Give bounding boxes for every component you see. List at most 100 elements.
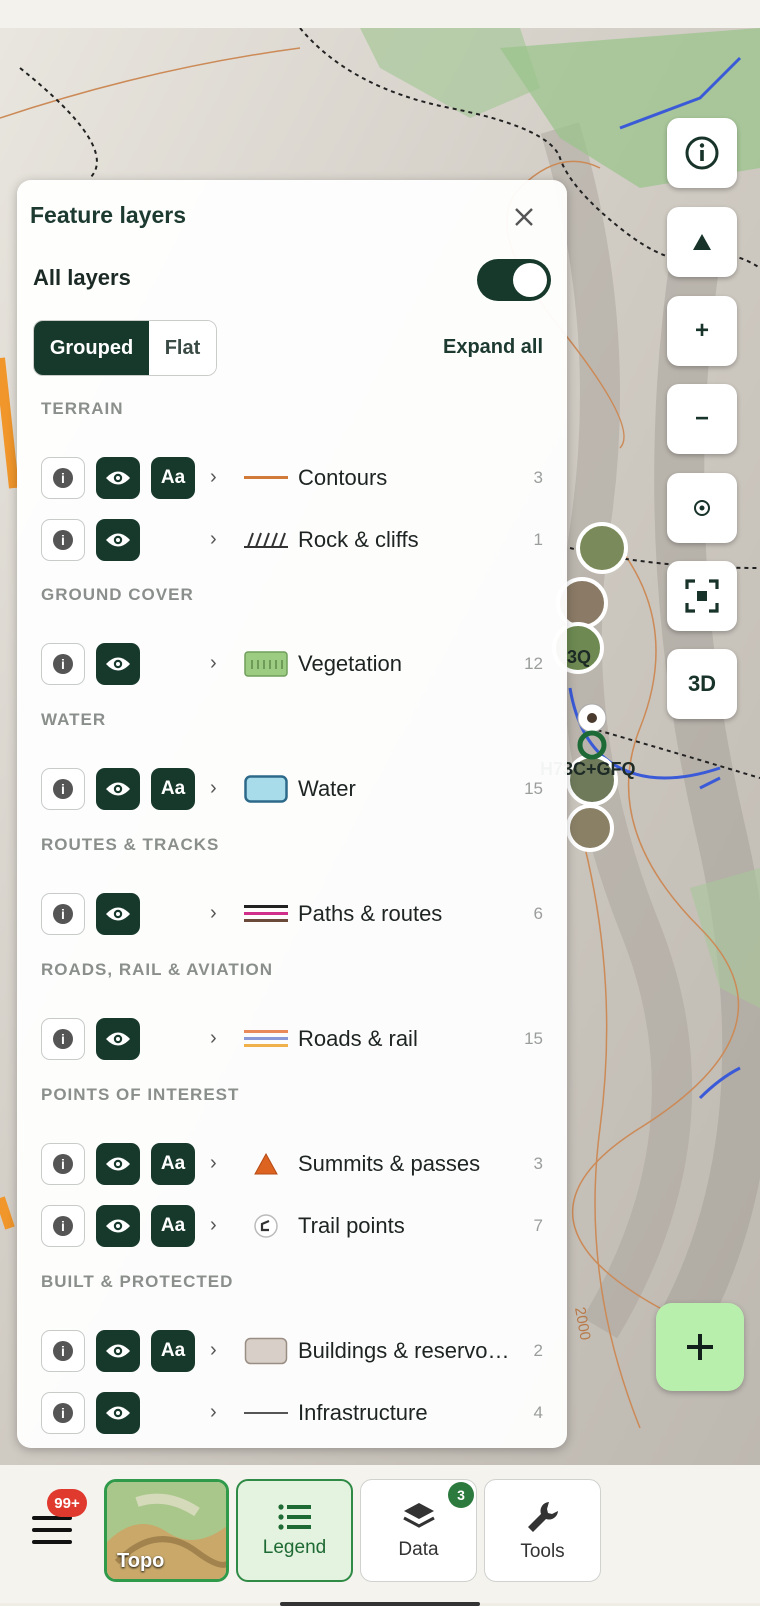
grouped-tab[interactable]: Grouped [34, 321, 149, 375]
close-button[interactable] [509, 202, 539, 232]
map-code-2: 3Q [567, 647, 591, 667]
chevron-right-icon[interactable]: › [210, 1401, 230, 1425]
zoom-in-button[interactable]: + [667, 296, 737, 366]
chevron-right-icon[interactable]: › [210, 1214, 230, 1238]
layer-info-button[interactable]: i [41, 1018, 85, 1060]
labels-button[interactable]: Aa [151, 1143, 195, 1185]
visibility-button[interactable] [96, 643, 140, 685]
visibility-button[interactable] [96, 457, 140, 499]
eye-icon [106, 907, 130, 921]
layer-info-button[interactable]: i [41, 457, 85, 499]
visibility-button[interactable] [96, 1392, 140, 1434]
layer-row-summits-passes[interactable]: i Aa › Summits & passes 3 [17, 1143, 567, 1187]
menu-button[interactable] [32, 1516, 74, 1552]
info-icon: i [53, 904, 73, 924]
zoom-in-icon: + [694, 317, 709, 344]
layer-info-button[interactable]: i [41, 643, 85, 685]
info-circle-icon [685, 136, 719, 170]
visibility-button[interactable] [96, 1018, 140, 1060]
eye-icon [106, 471, 130, 485]
flat-tab[interactable]: Flat [149, 321, 216, 375]
building-swatch-icon [244, 1330, 288, 1372]
layer-count: 3 [533, 1154, 543, 1173]
layer-info-button[interactable]: i [41, 1143, 85, 1185]
layer-row-water[interactable]: i Aa › Water 15 [17, 768, 567, 812]
fit-view-button[interactable] [667, 561, 737, 631]
section-header: GROUND COVER [41, 585, 194, 604]
layer-row-paths-routes[interactable]: i › Paths & routes 6 [17, 893, 567, 937]
info-icon: i [53, 530, 73, 550]
chevron-right-icon[interactable]: › [210, 1339, 230, 1363]
tools-tab-label: Tools [520, 1540, 565, 1562]
add-fab-button[interactable] [656, 1303, 744, 1391]
fit-frame-icon [685, 579, 719, 613]
data-badge: 3 [448, 1482, 474, 1508]
summit-triangle-icon [244, 1143, 288, 1185]
layer-info-button[interactable]: i [41, 519, 85, 561]
visibility-button[interactable] [96, 1330, 140, 1372]
layer-row-infrastructure[interactable]: i › Infrastructure 4 [17, 1392, 567, 1436]
locate-button[interactable] [667, 473, 737, 543]
expand-all-button[interactable]: Expand all [443, 336, 543, 359]
visibility-button[interactable] [96, 519, 140, 561]
layer-info-button[interactable]: i [41, 893, 85, 935]
section-header: POINTS OF INTEREST [41, 1085, 240, 1104]
layer-info-button[interactable]: i [41, 1330, 85, 1372]
labels-button[interactable]: Aa [151, 1205, 195, 1247]
bottom-navigation: 99+ Topo Legend Data 3 Tools [0, 1465, 760, 1606]
labels-button[interactable]: Aa [151, 768, 195, 810]
layer-row-buildings[interactable]: i Aa › Buildings & reservoirs 2 [17, 1330, 567, 1374]
visibility-button[interactable] [96, 1143, 140, 1185]
feature-layers-panel: Feature layers All layers Grouped Flat E… [17, 180, 567, 1448]
info-icon: i [53, 1403, 73, 1423]
layer-row-trail-points[interactable]: i Aa › Trail points 7 [17, 1205, 567, 1249]
visibility-button[interactable] [96, 893, 140, 935]
eye-icon [106, 1406, 130, 1420]
eye-icon [106, 657, 130, 671]
layer-count: 1 [533, 530, 543, 549]
all-layers-toggle[interactable] [477, 259, 551, 301]
target-icon [694, 500, 710, 516]
status-bar [0, 0, 760, 28]
all-layers-label: All layers [33, 265, 131, 290]
north-arrow-icon [693, 234, 711, 250]
zoom-out-icon: − [694, 405, 709, 432]
layer-info-button[interactable]: i [41, 1392, 85, 1434]
visibility-button[interactable] [96, 768, 140, 810]
panel-title: Feature layers [30, 202, 186, 228]
eye-icon [106, 1032, 130, 1046]
eye-icon [106, 1219, 130, 1233]
layer-count: 2 [533, 1341, 543, 1360]
layer-info-button[interactable]: i [41, 1205, 85, 1247]
chevron-right-icon[interactable]: › [210, 466, 230, 490]
visibility-button[interactable] [96, 1205, 140, 1247]
legend-tab[interactable]: Legend [236, 1479, 353, 1582]
chevron-right-icon[interactable]: › [210, 777, 230, 801]
labels-button[interactable]: Aa [151, 1330, 195, 1372]
zoom-out-button[interactable]: − [667, 384, 737, 454]
north-button[interactable] [667, 207, 737, 277]
3d-button[interactable]: 3D [667, 649, 737, 719]
layer-count: 7 [533, 1216, 543, 1235]
layer-name: Rock & cliffs [298, 527, 419, 552]
chevron-right-icon[interactable]: › [210, 652, 230, 676]
labels-button[interactable]: Aa [151, 457, 195, 499]
chevron-right-icon[interactable]: › [210, 528, 230, 552]
chevron-right-icon[interactable]: › [210, 1027, 230, 1051]
layer-info-button[interactable]: i [41, 768, 85, 810]
infrastructure-line-icon [244, 1392, 288, 1434]
layer-row-roads-rail[interactable]: i › Roads & rail 15 [17, 1018, 567, 1062]
chevron-right-icon[interactable]: › [210, 1152, 230, 1176]
layer-count: 15 [524, 1029, 543, 1048]
tools-tab[interactable]: Tools [484, 1479, 601, 1582]
data-tab-label: Data [398, 1538, 439, 1560]
layer-row-contours[interactable]: i Aa › Contours 3 [17, 457, 567, 501]
basemap-button[interactable]: Topo [104, 1479, 229, 1582]
layer-name: Infrastructure [298, 1400, 428, 1425]
chevron-right-icon[interactable]: › [210, 902, 230, 926]
layer-row-rock-cliffs[interactable]: i › Rock & cliffs 1 [17, 519, 567, 563]
section-header: ROUTES & TRACKS [41, 835, 220, 854]
layer-row-vegetation[interactable]: i › Vegetation 12 [17, 643, 567, 687]
map-info-button[interactable] [667, 118, 737, 188]
info-icon: i [53, 468, 73, 488]
